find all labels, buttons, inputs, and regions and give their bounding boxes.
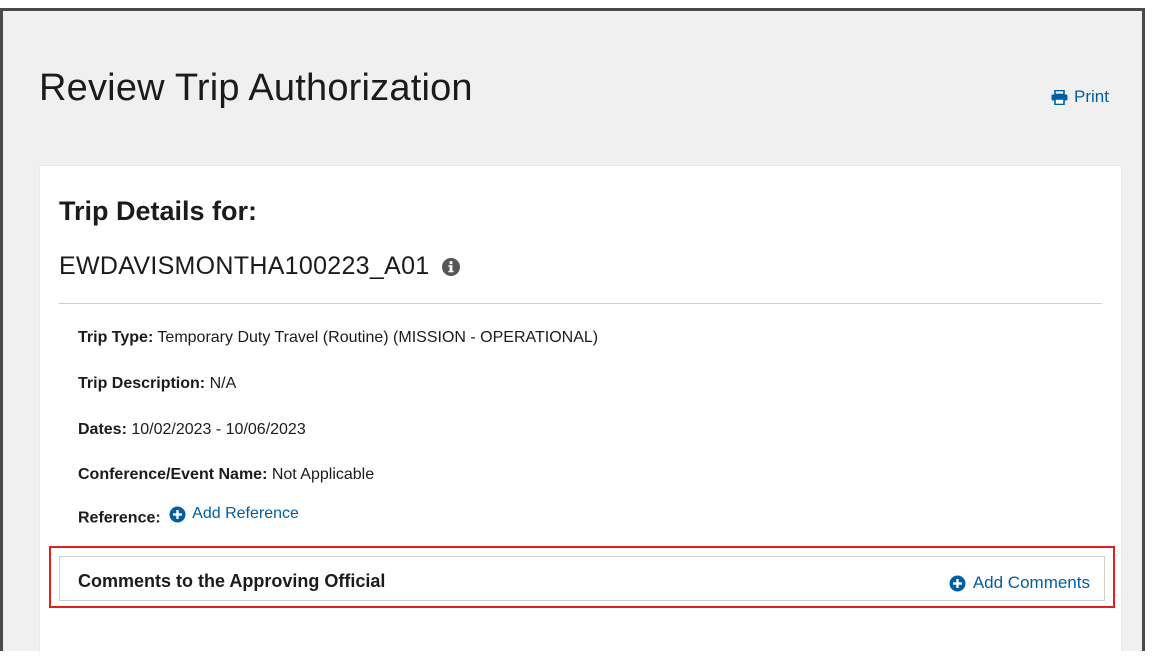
printer-icon xyxy=(1051,89,1068,105)
page-title: Review Trip Authorization xyxy=(39,67,473,109)
print-link[interactable]: Print xyxy=(1051,87,1109,107)
conference-value: Not Applicable xyxy=(267,466,375,483)
trip-id: EWDAVISMONTHA100223_A01 xyxy=(59,252,430,280)
comments-highlight: Comments to the Approving Official Add C… xyxy=(49,546,1115,608)
comments-panel: Comments to the Approving Official Add C… xyxy=(59,556,1105,601)
trip-description-value: N/A xyxy=(205,375,237,392)
trip-id-row: EWDAVISMONTHA100223_A01 xyxy=(59,252,461,281)
print-label: Print xyxy=(1074,87,1109,106)
section-divider xyxy=(59,303,1102,304)
reference-label: Reference: xyxy=(78,509,161,527)
trip-description-row: Trip Description: N/A xyxy=(78,375,236,393)
dates-value: 10/02/2023 - 10/06/2023 xyxy=(126,421,306,438)
trip-type-label: Trip Type: xyxy=(78,329,154,346)
trip-type-value: Temporary Duty Travel (Routine) (MISSION… xyxy=(153,329,599,346)
conference-label: Conference/Event Name: xyxy=(78,466,268,483)
dates-row: Dates: 10/02/2023 - 10/06/2023 xyxy=(78,421,306,439)
info-circle-icon[interactable] xyxy=(441,257,461,277)
add-reference-label: Add Reference xyxy=(192,505,299,522)
page-frame: Review Trip Authorization Print Trip Det… xyxy=(0,8,1145,656)
add-comments-label: Add Comments xyxy=(972,573,1090,592)
trip-type-row: Trip Type: Temporary Duty Travel (Routin… xyxy=(78,329,598,347)
plus-circle-icon xyxy=(169,506,186,523)
trip-details-heading: Trip Details for: xyxy=(59,196,258,226)
comments-title: Comments to the Approving Official xyxy=(78,571,386,591)
add-comments-button[interactable]: Add Comments xyxy=(949,573,1090,593)
dates-label: Dates: xyxy=(78,421,127,438)
trip-description-label: Trip Description: xyxy=(78,375,206,392)
add-reference-link[interactable]: Add Reference xyxy=(169,505,299,523)
conference-row: Conference/Event Name: Not Applicable xyxy=(78,466,374,484)
trip-details-card: Trip Details for: EWDAVISMONTHA100223_A0… xyxy=(40,166,1121,656)
reference-row: Reference: Add Reference xyxy=(78,505,299,528)
plus-circle-icon xyxy=(949,575,966,592)
